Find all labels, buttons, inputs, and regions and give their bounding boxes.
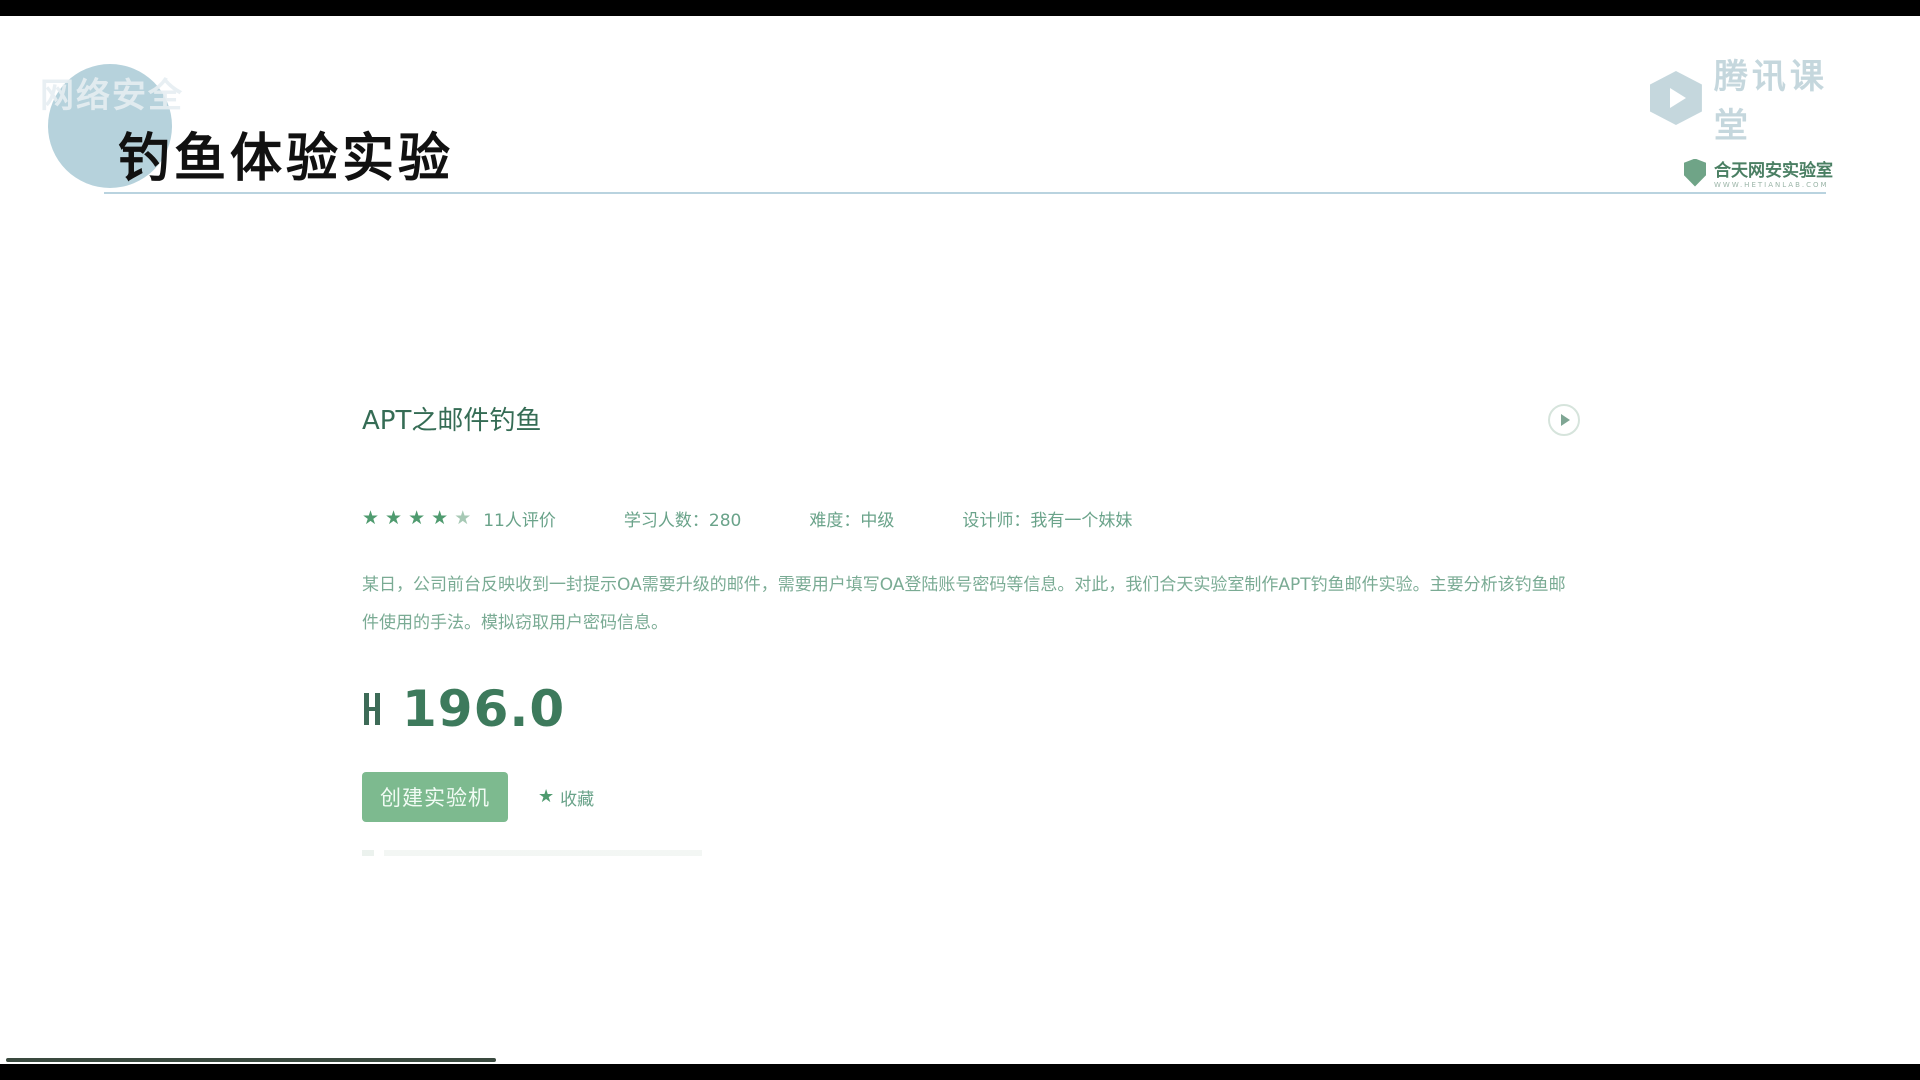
star-icon: ★ <box>538 786 555 807</box>
create-lab-machine-button[interactable]: 创建实验机 <box>362 772 508 822</box>
star-filled-icon: ★ <box>431 507 449 529</box>
favorite-button[interactable]: ★ 收藏 <box>538 785 594 810</box>
slide-title: 钓鱼体验实验 <box>118 129 455 189</box>
action-row: 创建实验机 ★ 收藏 <box>362 772 594 822</box>
watermark-text: 网络安全 <box>40 76 184 116</box>
star-filled-icon: ★ <box>385 507 403 529</box>
slide: 网络安全 钓鱼体验实验 腾讯课堂 合天网安实验室 WWW.HETIANLAB.C… <box>0 16 1920 1064</box>
play-icon <box>1561 414 1570 426</box>
title-divider <box>104 192 1826 194</box>
faded-row <box>362 850 702 856</box>
lab-url: WWW.HETIANLAB.COM <box>1714 181 1829 189</box>
review-count[interactable]: 11人评价 <box>483 506 556 531</box>
lab-logo: 合天网安实验室 WWW.HETIANLAB.COM <box>1684 156 1833 189</box>
favorite-label: 收藏 <box>560 789 595 810</box>
brand-logo: 腾讯课堂 <box>1650 57 1860 146</box>
tencent-classroom-icon <box>1650 71 1702 125</box>
price: 196.0 <box>402 680 566 738</box>
star-filled-icon: ★ <box>408 507 426 529</box>
rating-stars: ★ ★ ★ ★ ★ <box>362 509 471 528</box>
learner-count: 学习人数：280 <box>623 511 742 531</box>
star-empty-icon: ★ <box>454 507 472 529</box>
video-progress-bar[interactable] <box>6 1058 496 1062</box>
course-description: 某日，公司前台反映收到一封提示OA需要升级的邮件，需要用户填写OA登陆账号密码等… <box>362 575 1566 633</box>
play-video-button[interactable] <box>1548 404 1580 436</box>
course-meta: ★ ★ ★ ★ ★ 11人评价 学习人数：280 难度：中级 设计师：我有一个妹… <box>362 506 1200 532</box>
star-filled-icon: ★ <box>362 507 380 529</box>
brand-name: 腾讯课堂 <box>1713 57 1828 146</box>
currency-icon <box>362 687 390 731</box>
price-row: 196.0 <box>362 680 565 738</box>
course-title: APT之邮件钓鱼 <box>362 406 542 436</box>
designer: 设计师：我有一个妹妹 <box>962 511 1133 531</box>
shield-icon <box>1684 158 1706 187</box>
lab-name: 合天网安实验室 <box>1714 161 1833 181</box>
difficulty: 难度：中级 <box>809 511 895 531</box>
